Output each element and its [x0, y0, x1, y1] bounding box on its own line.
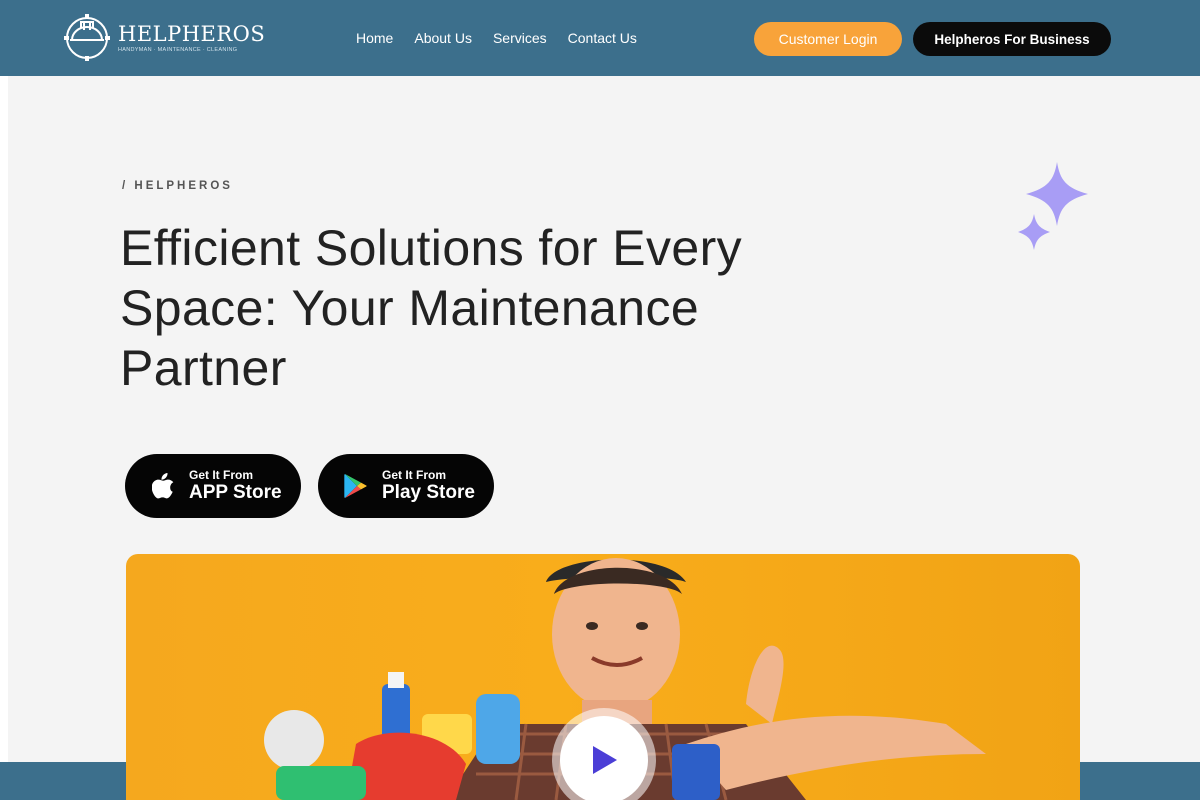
play-button-inner — [560, 716, 648, 800]
business-button[interactable]: Helpheros For Business — [913, 22, 1111, 56]
nav-contact-us[interactable]: Contact Us — [568, 30, 637, 46]
play-icon — [593, 746, 617, 774]
brand-tagline: HANDYMAN · MAINTENANCE · CLEANING — [118, 46, 238, 53]
nav-about-us[interactable]: About Us — [414, 30, 472, 46]
main-nav: Home About Us Services Contact Us — [356, 30, 637, 46]
google-play-icon — [342, 472, 370, 500]
hero-headline: Efficient Solutions for Every Space: You… — [120, 220, 743, 396]
brand-name: HELPHEROS — [118, 21, 266, 46]
brand-logo[interactable]: HELPHEROS HANDYMAN · MAINTENANCE · CLEAN… — [62, 12, 265, 62]
nav-services[interactable]: Services — [493, 30, 547, 46]
sparkle-icon — [1018, 162, 1088, 250]
site-header: HELPHEROS HANDYMAN · MAINTENANCE · CLEAN… — [0, 0, 1200, 76]
apple-icon — [149, 472, 177, 500]
app-store-big-label: APP Store — [189, 482, 282, 503]
app-store-button[interactable]: Get It From APP Store — [125, 454, 301, 518]
customer-login-button[interactable]: Customer Login — [754, 22, 902, 56]
helmet-gear-icon — [64, 14, 110, 61]
hero-eyebrow: / HELPHEROS — [122, 180, 233, 192]
app-store-small-label: Get It From — [189, 468, 254, 482]
play-store-big-label: Play Store — [382, 482, 475, 503]
play-store-small-label: Get It From — [382, 468, 447, 482]
nav-home[interactable]: Home — [356, 30, 393, 46]
play-store-button[interactable]: Get It From Play Store — [318, 454, 494, 518]
page-edge — [0, 76, 8, 800]
